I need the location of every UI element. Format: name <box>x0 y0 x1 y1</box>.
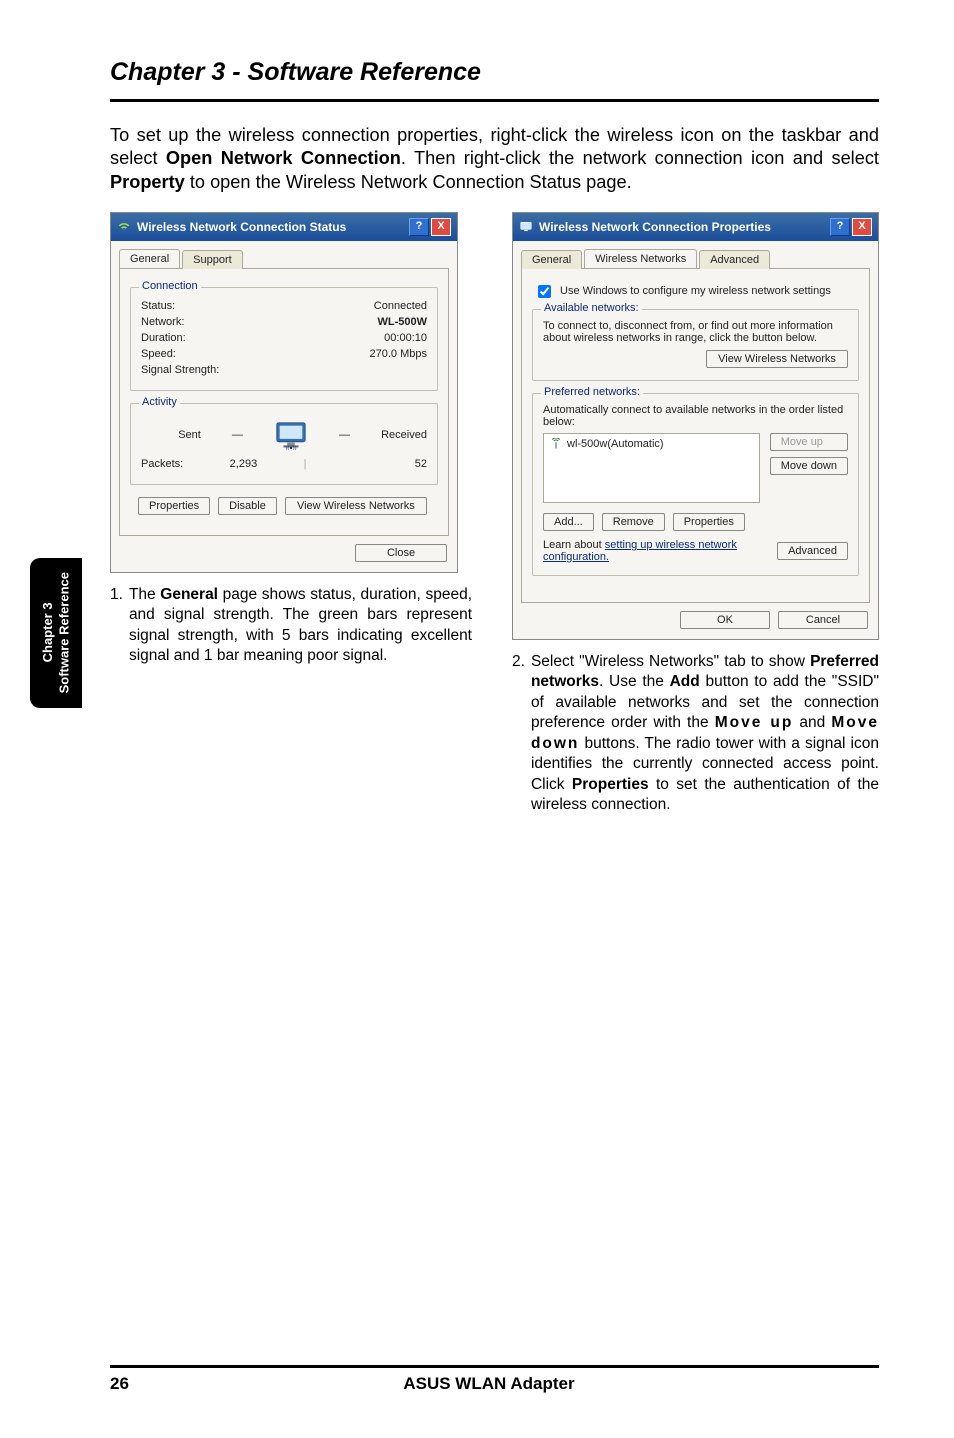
duration-value: 00:00:10 <box>384 332 427 344</box>
caption-1-number: 1. <box>110 585 123 667</box>
network-label: Network: <box>141 316 184 328</box>
packets-label: Packets: <box>141 458 183 470</box>
monitor-icon: ((●)) <box>274 420 308 450</box>
intro-bold-2: Property <box>110 172 185 192</box>
caption-text: The <box>129 586 160 603</box>
caption-bold: Properties <box>572 776 649 793</box>
dialog-status-titlebar: Wireless Network Connection Status ? X <box>111 213 457 241</box>
use-windows-label: Use Windows to configure my wireless net… <box>560 285 831 297</box>
packets-received: 52 <box>307 458 427 470</box>
help-button[interactable]: ? <box>830 218 850 236</box>
view-wireless-networks-button[interactable]: View Wireless Networks <box>706 350 848 368</box>
side-tab-line1: Chapter 3 <box>40 603 55 663</box>
group-preferred-title: Preferred networks: <box>541 386 643 398</box>
close-button[interactable]: X <box>431 218 451 236</box>
tab-general[interactable]: General <box>521 250 582 269</box>
preferred-item-label: wl-500w(Automatic) <box>567 438 664 450</box>
page-number: 26 <box>110 1374 129 1394</box>
caption-1: 1. The General page shows status, durati… <box>110 585 472 667</box>
learn-prefix: Learn about <box>543 539 605 551</box>
dialog-status-title: Wireless Network Connection Status <box>137 220 346 234</box>
header-rule <box>110 99 879 102</box>
caption-bold: Move up <box>715 714 794 731</box>
intro-bold-1: Open Network Connection <box>166 148 401 168</box>
preferred-list-item[interactable]: wl-500w(Automatic) <box>550 438 753 450</box>
learn-text: Learn about setting up wireless network … <box>543 539 743 563</box>
preferred-desc: Automatically connect to available netwo… <box>543 404 848 428</box>
caption-text: Select "Wireless Networks" tab to show <box>531 653 810 670</box>
add-button[interactable]: Add... <box>543 513 594 531</box>
ok-button[interactable]: OK <box>680 611 770 629</box>
packets-sent: 2,293 <box>183 458 303 470</box>
caption-2: 2. Select "Wireless Networks" tab to sho… <box>512 652 879 816</box>
footer-product: ASUS WLAN Adapter <box>403 1374 574 1394</box>
antenna-icon <box>550 438 562 450</box>
status-label: Status: <box>141 300 175 312</box>
wireless-icon <box>117 220 131 234</box>
advanced-button[interactable]: Advanced <box>777 542 848 560</box>
intro-text: . Then right-click the network connectio… <box>401 148 879 168</box>
svg-text:((●)): ((●)) <box>285 445 296 450</box>
sent-label: Sent <box>178 429 201 441</box>
caption-2-number: 2. <box>512 652 525 816</box>
available-desc: To connect to, disconnect from, or find … <box>543 320 848 344</box>
intro-text: to open the Wireless Network Connection … <box>185 172 632 192</box>
network-value: WL-500W <box>378 316 428 328</box>
received-label: Received <box>381 429 427 441</box>
tab-wireless-networks[interactable]: Wireless Networks <box>584 249 697 268</box>
close-button[interactable]: X <box>852 218 872 236</box>
status-value: Connected <box>374 300 427 312</box>
tab-general[interactable]: General <box>119 249 180 268</box>
move-up-button[interactable]: Move up <box>770 433 848 451</box>
caption-bold: Add <box>670 673 700 690</box>
move-down-button[interactable]: Move down <box>770 457 848 475</box>
disable-button[interactable]: Disable <box>218 497 277 515</box>
group-activity-title: Activity <box>139 396 180 408</box>
properties-button[interactable]: Properties <box>673 513 745 531</box>
dialog-properties-titlebar: Wireless Network Connection Properties ?… <box>513 213 878 241</box>
chapter-title: Chapter 3 - Software Reference <box>110 58 879 87</box>
close-dialog-button[interactable]: Close <box>355 544 447 562</box>
page-footer: 26 ASUS WLAN Adapter <box>0 1365 954 1394</box>
use-windows-checkbox[interactable] <box>538 285 551 298</box>
side-tab-line2: Software Reference <box>56 572 71 693</box>
speed-value: 270.0 Mbps <box>370 348 427 360</box>
speed-label: Speed: <box>141 348 176 360</box>
dialog-status: Wireless Network Connection Status ? X G… <box>110 212 458 573</box>
view-wireless-button[interactable]: View Wireless Networks <box>285 497 427 515</box>
side-thumb-tab: Chapter 3 Software Reference <box>30 558 82 708</box>
intro-paragraph: To set up the wireless connection proper… <box>110 124 879 194</box>
group-available-title: Available networks: <box>541 302 642 314</box>
dialog-properties: Wireless Network Connection Properties ?… <box>512 212 879 640</box>
duration-label: Duration: <box>141 332 186 344</box>
tab-support[interactable]: Support <box>182 250 243 269</box>
caption-text: . Use the <box>599 673 670 690</box>
properties-button[interactable]: Properties <box>138 497 210 515</box>
remove-button[interactable]: Remove <box>602 513 665 531</box>
cancel-button[interactable]: Cancel <box>778 611 868 629</box>
dialog-properties-title: Wireless Network Connection Properties <box>539 220 771 234</box>
group-connection-title: Connection <box>139 280 201 292</box>
network-icon <box>519 220 533 234</box>
caption-bold: General <box>160 586 218 603</box>
caption-text: and <box>793 714 831 731</box>
help-button[interactable]: ? <box>409 218 429 236</box>
tab-advanced[interactable]: Advanced <box>699 250 770 269</box>
signal-label: Signal Strength: <box>141 364 219 376</box>
